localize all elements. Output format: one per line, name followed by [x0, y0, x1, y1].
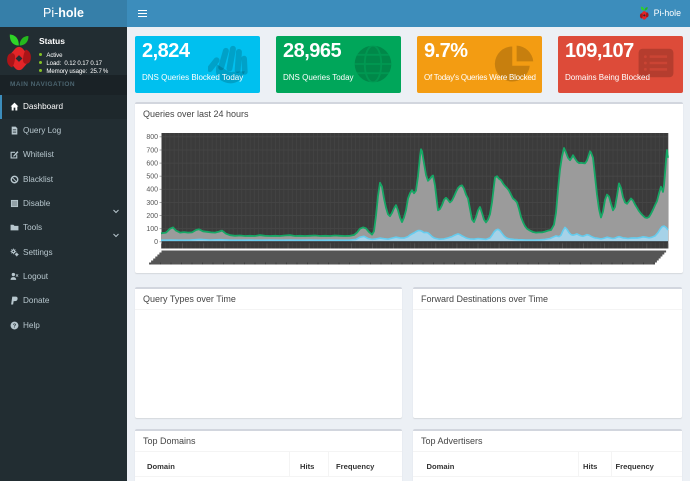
svg-text:400: 400 — [146, 187, 158, 194]
svg-text:?: ? — [13, 323, 17, 329]
svg-text:200: 200 — [146, 213, 158, 220]
svg-text:300: 300 — [146, 200, 158, 207]
svg-text:100: 100 — [146, 226, 158, 233]
svg-text:500: 500 — [146, 174, 158, 181]
svg-text:600: 600 — [146, 161, 158, 168]
svg-text:700: 700 — [146, 147, 158, 154]
svg-text:0: 0 — [154, 239, 158, 246]
svg-text:800: 800 — [146, 134, 158, 141]
